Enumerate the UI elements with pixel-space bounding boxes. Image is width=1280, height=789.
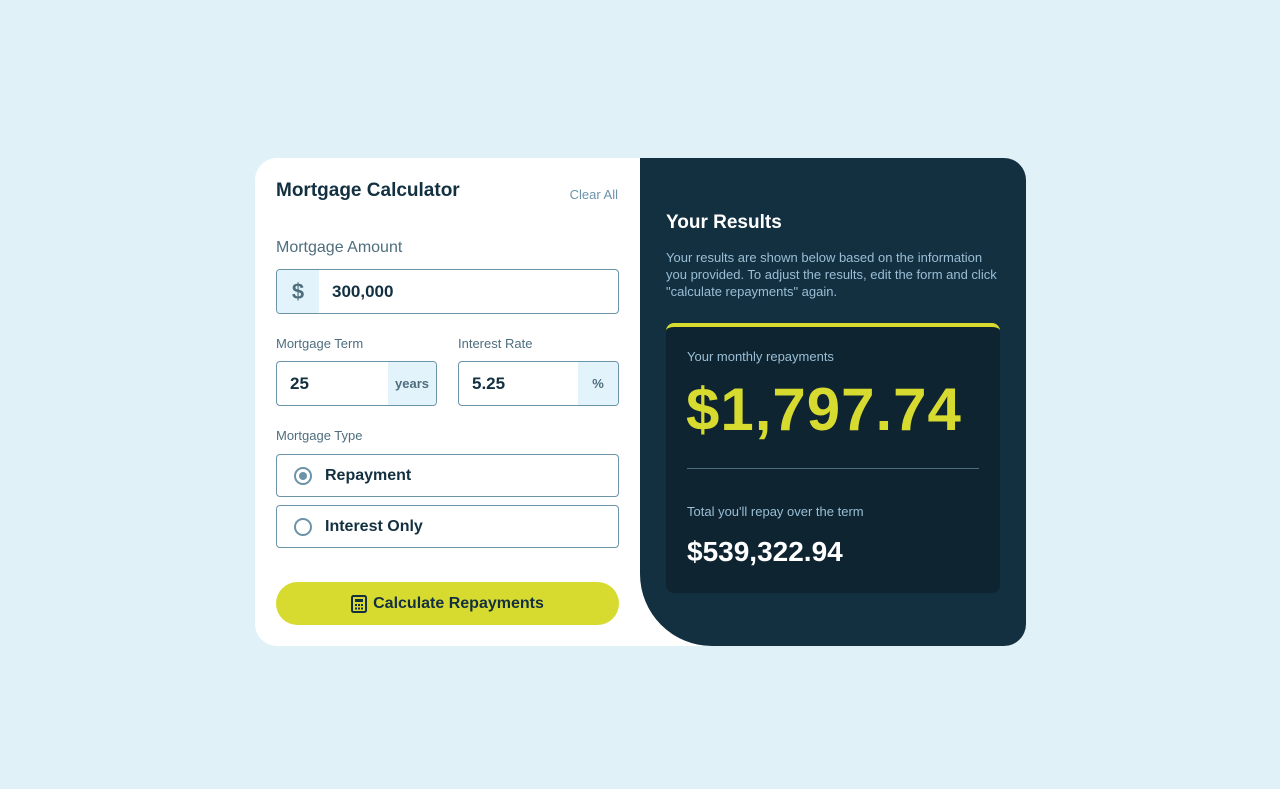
- total-repay-label: Total you'll repay over the term: [687, 504, 864, 519]
- results-description: Your results are shown below based on th…: [666, 250, 997, 299]
- mortgage-type-label: Mortgage Type: [276, 428, 363, 443]
- interest-rate-input[interactable]: 5.25: [459, 362, 578, 405]
- mortgage-term-field[interactable]: 25 years: [276, 361, 437, 406]
- monthly-repayments-label: Your monthly repayments: [687, 349, 834, 364]
- radio-interest-only-label: Interest Only: [325, 517, 423, 535]
- mortgage-term-label: Mortgage Term: [276, 336, 364, 351]
- interest-rate-label: Interest Rate: [458, 336, 533, 351]
- radio-checked-icon: [294, 466, 312, 485]
- results-panel: Your Results Your results are shown belo…: [640, 158, 1026, 646]
- percent-suffix: %: [578, 362, 618, 405]
- calculate-repayments-button[interactable]: Calculate Repayments: [276, 582, 619, 625]
- radio-repayment[interactable]: Repayment: [276, 454, 619, 497]
- interest-rate-field[interactable]: 5.25 %: [458, 361, 619, 406]
- calculate-repayments-label: Calculate Repayments: [373, 594, 544, 612]
- results-divider: [687, 468, 979, 469]
- dollar-sign-icon: $: [277, 270, 319, 313]
- radio-interest-only[interactable]: Interest Only: [276, 505, 619, 548]
- years-suffix: years: [388, 362, 436, 405]
- mortgage-term-input[interactable]: 25: [277, 362, 388, 405]
- mortgage-amount-label: Mortgage Amount: [276, 239, 403, 256]
- form-panel: Mortgage Calculator Clear All Mortgage A…: [255, 158, 640, 646]
- clear-all-button[interactable]: Clear All: [570, 187, 618, 202]
- mortgage-amount-field[interactable]: $ 300,000: [276, 269, 619, 314]
- mortgage-calculator-card: Mortgage Calculator Clear All Mortgage A…: [255, 158, 1026, 646]
- page-title: Mortgage Calculator: [276, 180, 460, 201]
- results-summary-box: Your monthly repayments $1,797.74 Total …: [666, 323, 1000, 593]
- results-title: Your Results: [666, 212, 782, 233]
- calculator-icon: [351, 594, 368, 613]
- total-repay-value: $539,322.94: [687, 536, 843, 567]
- radio-unchecked-icon: [294, 517, 312, 536]
- radio-repayment-label: Repayment: [325, 466, 412, 484]
- mortgage-amount-input[interactable]: 300,000: [319, 270, 618, 313]
- monthly-repayments-value: $1,797.74: [686, 376, 962, 443]
